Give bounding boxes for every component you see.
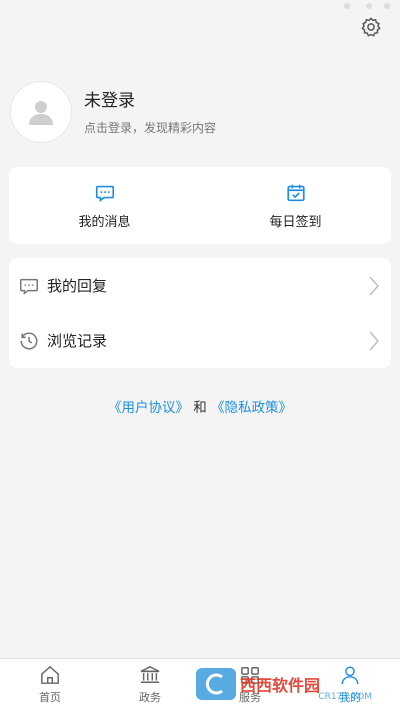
quick-actions-card: 我的消息 每日签到 xyxy=(9,167,391,244)
avatar[interactable] xyxy=(10,81,72,143)
chevron-right-icon xyxy=(367,274,381,298)
comment-icon xyxy=(17,274,41,298)
menu-list-card: 我的回复 浏览记录 xyxy=(9,258,391,368)
my-messages-label: 我的消息 xyxy=(78,215,131,230)
chevron-right-icon xyxy=(367,329,381,353)
gear-icon xyxy=(361,17,381,37)
user-agreement-link[interactable]: 《用户协议》 xyxy=(108,400,189,416)
menu-item-my-replies[interactable]: 我的回复 xyxy=(9,258,391,313)
status-bar xyxy=(0,0,400,14)
user-avatar-icon xyxy=(29,101,53,125)
status-dot xyxy=(384,3,390,9)
tab-label: 首页 xyxy=(39,691,61,704)
status-dot xyxy=(366,3,372,9)
watermark: 西西软件园 CR173.COM xyxy=(196,664,378,704)
watermark-url: CR173.COM xyxy=(318,692,372,702)
tab-home[interactable]: 首页 xyxy=(0,659,100,710)
menu-item-browsing-history[interactable]: 浏览记录 xyxy=(9,313,391,368)
login-title[interactable]: 未登录 xyxy=(84,89,216,113)
home-icon xyxy=(38,664,62,686)
watermark-text: 西西软件园 xyxy=(240,676,321,695)
menu-item-label: 浏览记录 xyxy=(47,332,108,350)
message-icon xyxy=(93,181,117,205)
my-messages-button[interactable]: 我的消息 xyxy=(9,167,200,244)
privacy-policy-link[interactable]: 《隐私政策》 xyxy=(211,400,292,416)
government-icon xyxy=(138,664,162,686)
watermark-logo-icon xyxy=(196,668,236,700)
tab-label: 政务 xyxy=(139,691,161,704)
agreement-links: 《用户协议》 和 《隐私政策》 xyxy=(0,396,400,416)
agreement-conjunction: 和 xyxy=(193,400,207,416)
login-subtitle: 点击登录，发现精彩内容 xyxy=(84,120,217,135)
daily-checkin-button[interactable]: 每日签到 xyxy=(200,167,391,244)
menu-item-label: 我的回复 xyxy=(47,277,108,295)
tab-government[interactable]: 政务 xyxy=(100,659,200,710)
login-profile[interactable]: 未登录 点击登录，发现精彩内容 xyxy=(10,80,390,144)
history-icon xyxy=(17,329,41,353)
daily-checkin-label: 每日签到 xyxy=(269,215,322,230)
calendar-check-icon xyxy=(284,181,308,205)
settings-button[interactable] xyxy=(358,14,384,40)
status-dot xyxy=(344,3,350,9)
